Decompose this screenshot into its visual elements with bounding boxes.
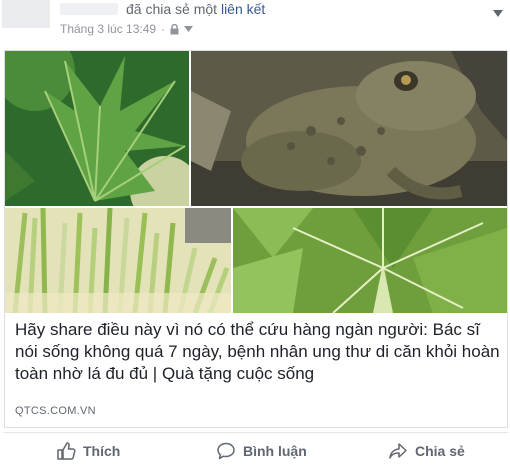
papaya-plant-image <box>233 208 507 313</box>
toad-image <box>191 51 507 206</box>
like-button[interactable]: Thích <box>56 439 120 463</box>
options-caret-icon[interactable] <box>492 6 504 17</box>
lock-icon[interactable] <box>170 23 179 35</box>
post-meta: Tháng 3 lúc 13:49 · <box>60 22 194 36</box>
comment-button[interactable]: Bình luận <box>216 439 307 463</box>
share-label: Chia sẻ <box>415 443 465 459</box>
like-label: Thích <box>83 443 121 459</box>
link-title[interactable]: Hãy share điều này vì nó có thể cứu hàng… <box>15 319 501 385</box>
preview-image-collage[interactable] <box>5 51 507 313</box>
caret-down-icon[interactable] <box>184 26 194 32</box>
comment-label: Bình luận <box>243 443 307 459</box>
link-source-domain: QTCS.COM.VN <box>15 405 96 417</box>
like-icon <box>56 441 76 461</box>
shared-text: đã chia sẻ một liên kết <box>126 1 265 17</box>
avatar[interactable] <box>2 0 50 28</box>
shared-link[interactable]: liên kết <box>221 1 265 17</box>
facebook-post: đã chia sẻ một liên kết Tháng 3 lúc 13:4… <box>0 0 510 471</box>
share-button[interactable]: Chia sẻ <box>388 439 465 463</box>
post-header: đã chia sẻ một liên kết Tháng 3 lúc 13:4… <box>0 0 510 44</box>
author-name-blurred[interactable] <box>60 3 118 15</box>
papaya-leaf-image <box>5 51 189 206</box>
shared-text-label: đã chia sẻ một <box>126 1 218 17</box>
post-actions-bar: Thích Bình luận Chia sẻ <box>4 432 508 469</box>
lemongrass-image <box>5 208 231 313</box>
share-icon <box>388 441 408 461</box>
link-preview-text[interactable]: Hãy share điều này vì nó có thể cứu hàng… <box>5 313 507 427</box>
comment-icon <box>216 441 236 461</box>
link-preview-card[interactable]: Hãy share điều này vì nó có thể cứu hàng… <box>4 50 508 428</box>
post-timestamp[interactable]: Tháng 3 lúc 13:49 <box>60 22 156 36</box>
meta-separator: · <box>161 22 166 36</box>
